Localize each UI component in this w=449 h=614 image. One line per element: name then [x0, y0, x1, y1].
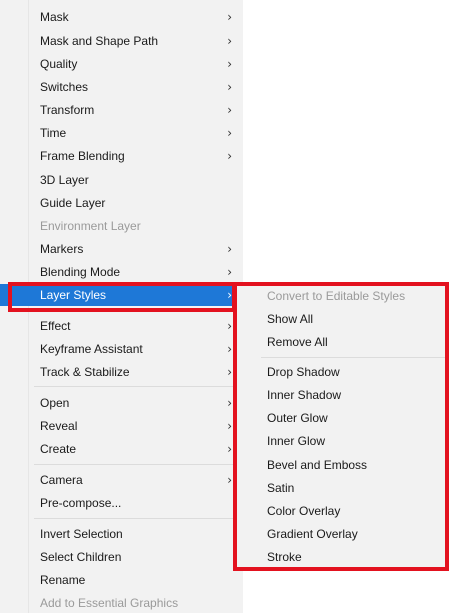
submenu-item-show-all[interactable]: Show All	[235, 308, 449, 330]
layer-context-menu: Mask › Mask and Shape Path › Quality › S…	[0, 0, 243, 613]
menu-item-label: Convert to Editable Styles	[267, 289, 406, 303]
menu-item-label: Pre-compose...	[40, 496, 122, 510]
chevron-right-icon: ›	[227, 319, 232, 333]
menu-item-blending-mode[interactable]: Blending Mode ›	[0, 261, 243, 283]
menu-separator	[34, 310, 239, 311]
menu-item-effect[interactable]: Effect ›	[0, 315, 243, 337]
menu-item-label: Layer Styles	[40, 288, 107, 302]
menu-item-label: Satin	[267, 481, 295, 495]
menu-item-label: Bevel and Emboss	[267, 458, 368, 472]
menu-item-label: Show All	[267, 312, 314, 326]
menu-item-label: Gradient Overlay	[267, 527, 358, 541]
menu-item-mask-and-shape-path[interactable]: Mask and Shape Path ›	[0, 30, 243, 52]
chevron-right-icon: ›	[227, 396, 232, 410]
submenu-item-inner-glow[interactable]: Inner Glow	[235, 430, 449, 452]
menu-item-label: Create	[40, 442, 77, 456]
menu-item-label: Open	[40, 396, 70, 410]
menu-item-label: Guide Layer	[40, 196, 106, 210]
menu-item-rename[interactable]: Rename	[0, 569, 243, 591]
menu-item-label: Drop Shadow	[267, 365, 340, 379]
submenu-item-satin[interactable]: Satin	[235, 477, 449, 499]
menu-item-label: Invert Selection	[40, 527, 123, 541]
chevron-right-icon: ›	[227, 288, 232, 302]
menu-item-camera[interactable]: Camera ›	[0, 469, 243, 491]
menu-separator	[261, 357, 449, 358]
menu-item-create[interactable]: Create ›	[0, 438, 243, 460]
menu-item-transform[interactable]: Transform ›	[0, 99, 243, 121]
menu-item-invert-selection[interactable]: Invert Selection	[0, 523, 243, 545]
menu-item-label: Frame Blending	[40, 149, 125, 163]
menu-item-label: Reveal	[40, 419, 78, 433]
menu-item-quality[interactable]: Quality ›	[0, 53, 243, 75]
chevron-right-icon: ›	[227, 57, 232, 71]
chevron-right-icon: ›	[227, 265, 232, 279]
menu-item-label: Color Overlay	[267, 504, 341, 518]
menu-item-frame-blending[interactable]: Frame Blending ›	[0, 145, 243, 167]
menu-item-label: Stroke	[267, 550, 302, 564]
menu-item-label: Time	[40, 126, 67, 140]
submenu-item-remove-all[interactable]: Remove All	[235, 331, 449, 353]
menu-item-label: Mask and Shape Path	[40, 34, 159, 48]
chevron-right-icon: ›	[227, 442, 232, 456]
menu-item-label: Outer Glow	[267, 411, 328, 425]
menu-item-mask[interactable]: Mask ›	[0, 6, 243, 28]
menu-item-label: Environment Layer	[40, 219, 141, 233]
menu-item-label: Inner Shadow	[267, 388, 342, 402]
menu-item-environment-layer: Environment Layer	[0, 215, 243, 237]
menu-item-label: Blending Mode	[40, 265, 121, 279]
menu-item-markers[interactable]: Markers ›	[0, 238, 243, 260]
submenu-item-color-overlay[interactable]: Color Overlay	[235, 500, 449, 522]
chevron-right-icon: ›	[227, 34, 232, 48]
menu-item-label: Switches	[40, 80, 89, 94]
submenu-item-gradient-overlay[interactable]: Gradient Overlay	[235, 523, 449, 545]
menu-item-add-to-essential-graphics: Add to Essential Graphics	[0, 592, 243, 614]
menu-item-pre-compose[interactable]: Pre-compose...	[0, 492, 243, 514]
menu-item-label: 3D Layer	[40, 173, 89, 187]
menu-item-label: Inner Glow	[267, 434, 326, 448]
menu-item-label: Add to Essential Graphics	[40, 596, 179, 610]
menu-item-keyframe-assistant[interactable]: Keyframe Assistant ›	[0, 338, 243, 360]
menu-separator	[34, 464, 239, 465]
menu-item-label: Select Children	[40, 550, 122, 564]
chevron-right-icon: ›	[227, 126, 232, 140]
layer-styles-submenu: Convert to Editable Styles Show All Remo…	[235, 283, 449, 570]
chevron-right-icon: ›	[227, 80, 232, 94]
menu-item-label: Keyframe Assistant	[40, 342, 143, 356]
menu-item-label: Markers	[40, 242, 84, 256]
chevron-right-icon: ›	[227, 149, 232, 163]
menu-item-reveal[interactable]: Reveal ›	[0, 415, 243, 437]
menu-item-track-and-stabilize[interactable]: Track & Stabilize ›	[0, 361, 243, 383]
submenu-item-convert-to-editable-styles: Convert to Editable Styles	[235, 285, 449, 307]
menu-item-label: Track & Stabilize	[40, 365, 130, 379]
chevron-right-icon: ›	[227, 342, 232, 356]
menu-item-label: Camera	[40, 473, 83, 487]
submenu-item-stroke[interactable]: Stroke	[235, 546, 449, 568]
menu-item-select-children[interactable]: Select Children	[0, 546, 243, 568]
menu-item-guide-layer[interactable]: Guide Layer	[0, 192, 243, 214]
menu-item-time[interactable]: Time ›	[0, 122, 243, 144]
menu-separator	[34, 518, 239, 519]
menu-item-label: Quality	[40, 57, 78, 71]
chevron-right-icon: ›	[227, 103, 232, 117]
menu-item-label: Effect	[40, 319, 71, 333]
submenu-item-drop-shadow[interactable]: Drop Shadow	[235, 361, 449, 383]
submenu-item-bevel-and-emboss[interactable]: Bevel and Emboss	[235, 454, 449, 476]
chevron-right-icon: ›	[227, 473, 232, 487]
menu-item-switches[interactable]: Switches ›	[0, 76, 243, 98]
chevron-right-icon: ›	[227, 10, 232, 24]
menu-item-layer-styles[interactable]: Layer Styles ›	[0, 284, 243, 306]
menu-separator	[34, 386, 239, 387]
chevron-right-icon: ›	[227, 242, 232, 256]
submenu-item-inner-shadow[interactable]: Inner Shadow	[235, 384, 449, 406]
menu-item-3d-layer[interactable]: 3D Layer	[0, 169, 243, 191]
menu-item-label: Mask	[40, 10, 69, 24]
chevron-right-icon: ›	[227, 365, 232, 379]
menu-item-label: Remove All	[267, 335, 328, 349]
menu-item-open[interactable]: Open ›	[0, 392, 243, 414]
menu-item-label: Rename	[40, 573, 86, 587]
submenu-item-outer-glow[interactable]: Outer Glow	[235, 407, 449, 429]
menu-item-label: Transform	[40, 103, 95, 117]
chevron-right-icon: ›	[227, 419, 232, 433]
